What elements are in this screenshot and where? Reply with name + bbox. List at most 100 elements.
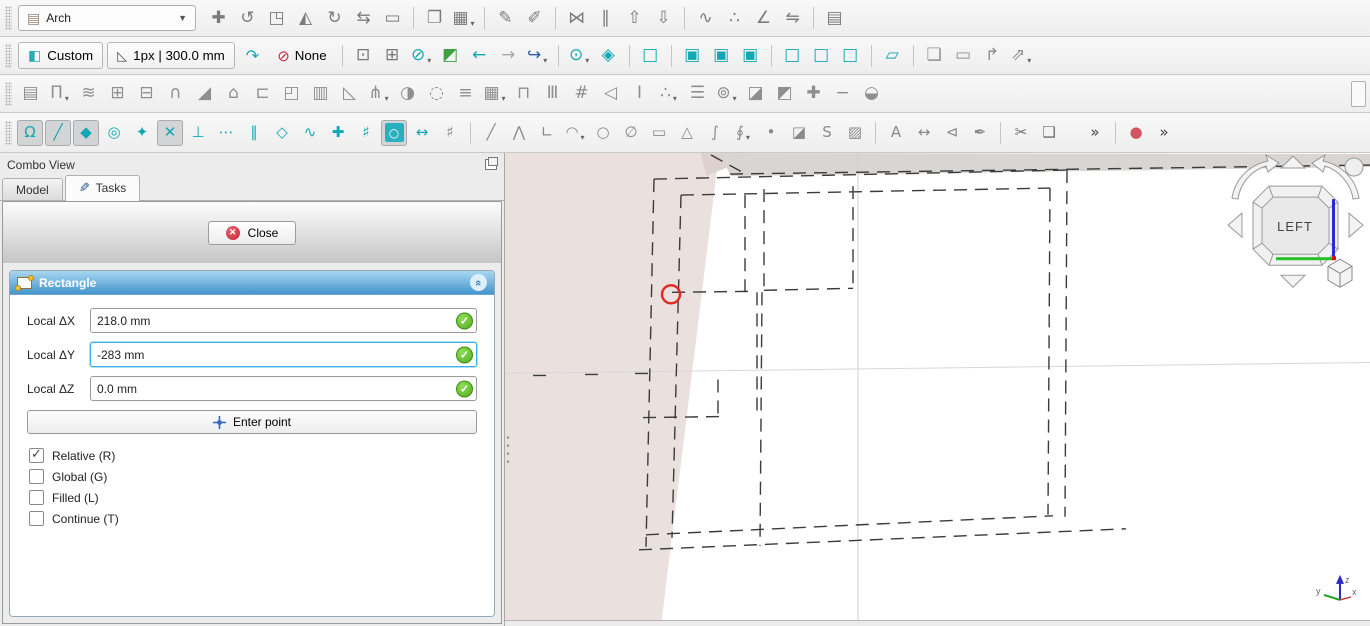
stretch-icon[interactable]: ▭ xyxy=(379,5,406,32)
stairs-icon[interactable]: ≡ xyxy=(452,80,479,107)
scale-icon[interactable]: ◳ xyxy=(263,5,290,32)
polygon-icon[interactable]: △ xyxy=(674,120,700,146)
view-axonometric-icon[interactable]: □ xyxy=(637,42,664,69)
subelement-highlight-icon[interactable]: ✐ xyxy=(521,5,548,32)
3d-viewport[interactable]: LEFT z y x xyxy=(505,153,1370,626)
text-icon[interactable]: A xyxy=(883,120,909,146)
draft-style-button[interactable]: ◧ Custom xyxy=(18,42,103,69)
schedule-icon[interactable]: ☰ xyxy=(684,80,711,107)
layer-icon[interactable]: ▤ xyxy=(821,5,848,32)
dropdown-caret-icon[interactable]: ▾ xyxy=(385,94,389,107)
dropdown-caret-icon[interactable]: ▾ xyxy=(673,94,677,107)
line-icon[interactable]: ╱ xyxy=(478,120,504,146)
dropdown-caret-icon[interactable]: ▾ xyxy=(471,19,475,32)
snap-parallel-icon[interactable]: ∥ xyxy=(241,120,267,146)
profile-icon[interactable]: Ⅰ xyxy=(626,80,653,107)
join-icon[interactable]: ⋈ xyxy=(563,5,590,32)
toolbar-grip[interactable] xyxy=(5,121,12,145)
cut-with-plane-icon[interactable]: ◪ xyxy=(742,80,769,107)
slope-icon[interactable]: ∠ xyxy=(750,5,777,32)
snap-midpoint-icon[interactable]: ◆ xyxy=(73,120,99,146)
local-dx-input[interactable] xyxy=(90,308,477,333)
structure-icon[interactable]: Π▾ xyxy=(46,80,73,107)
rotate-icon[interactable]: ↺ xyxy=(234,5,261,32)
shapestring-icon[interactable]: S xyxy=(814,120,840,146)
clone-icon[interactable]: ❐ xyxy=(421,5,448,32)
hatch-icon[interactable]: ▨ xyxy=(842,120,868,146)
global-checkbox[interactable]: Global (G) xyxy=(29,469,477,484)
stop-operation-icon[interactable]: ⊘▾ xyxy=(408,42,435,69)
dropdown-caret-icon[interactable]: ▾ xyxy=(65,94,69,107)
section-plane-icon[interactable]: ◌ xyxy=(423,80,450,107)
snap-angle-icon[interactable]: ✦ xyxy=(129,120,155,146)
fillet-icon[interactable]: ∟ xyxy=(534,120,560,146)
split-icon[interactable]: ∥ xyxy=(592,5,619,32)
autogroup-button[interactable]: ⊘ None xyxy=(270,42,333,69)
annotation-styles-icon[interactable]: ✒ xyxy=(967,120,993,146)
axis-system-icon[interactable]: ◑ xyxy=(394,80,421,107)
wall-icon[interactable]: ▤ xyxy=(17,80,44,107)
mirror-icon[interactable]: ◭ xyxy=(292,5,319,32)
continue-checkbox[interactable]: Continue (T) xyxy=(29,511,477,526)
dropdown-caret-icon[interactable]: ▾ xyxy=(581,133,585,146)
level-icon[interactable]: ⊏ xyxy=(249,80,276,107)
nav-forward-icon[interactable]: → xyxy=(495,42,522,69)
remove-component-icon[interactable]: − xyxy=(829,80,856,107)
box-selection-icon[interactable]: ⊡ xyxy=(350,42,377,69)
bezier-icon[interactable]: ∮▾ xyxy=(730,120,756,146)
filled-checkbox[interactable]: Filled (L) xyxy=(29,490,477,505)
nav-free-rotate-knob[interactable] xyxy=(1345,158,1363,176)
dropdown-caret-icon[interactable]: ▾ xyxy=(543,56,547,69)
equipment-icon[interactable]: ▦▾ xyxy=(481,80,508,107)
upgrade-icon[interactable]: ⇧ xyxy=(621,5,648,32)
rectangle-icon[interactable]: ▭ xyxy=(646,120,672,146)
railing-icon[interactable]: # xyxy=(568,80,595,107)
snap-intersection-icon[interactable]: ✕ xyxy=(157,120,183,146)
ellipse-icon[interactable]: ∅ xyxy=(618,120,644,146)
checkbox-box[interactable] xyxy=(29,490,44,505)
nav-arrow-left[interactable] xyxy=(1228,213,1242,237)
checkbox-box[interactable] xyxy=(29,448,44,463)
snap-dimensions-icon[interactable]: ↔ xyxy=(409,120,435,146)
dropdown-caret-icon[interactable]: ▾ xyxy=(746,133,750,146)
toolbar-overflow-2-icon[interactable]: » xyxy=(1151,120,1177,146)
create-part-icon[interactable]: ❏ xyxy=(921,42,948,69)
move-icon[interactable]: ✚ xyxy=(205,5,232,32)
array-icon[interactable]: ▦▾ xyxy=(450,5,477,32)
tab-tasks[interactable]: ✎ Tasks xyxy=(65,175,141,201)
construction-mode-button[interactable]: ↷ xyxy=(239,42,266,69)
trimex-icon[interactable]: ⇆ xyxy=(350,5,377,32)
collapse-icon[interactable]: « xyxy=(470,274,487,291)
add-component-icon[interactable]: ✚ xyxy=(800,80,827,107)
enter-point-button[interactable]: Enter point xyxy=(27,410,477,434)
nav-arrow-right[interactable] xyxy=(1349,213,1363,237)
viewport-canvas[interactable]: LEFT z y x xyxy=(505,153,1370,626)
cut-icon[interactable]: ✂ xyxy=(1008,120,1034,146)
workbench-selector[interactable]: ▤ Arch ▼ xyxy=(18,5,196,31)
line-width-button[interactable]: ◺ 1px | 300.0 mm xyxy=(107,42,235,69)
curtain-wall-icon[interactable]: ⊞ xyxy=(104,80,131,107)
view-rear-icon[interactable]: □ xyxy=(779,42,806,69)
frame-icon[interactable]: ⊓ xyxy=(510,80,537,107)
cut-with-line-icon[interactable]: ◩ xyxy=(771,80,798,107)
box-element-selection-icon[interactable]: ⊞ xyxy=(379,42,406,69)
view-top-icon[interactable]: ▣ xyxy=(708,42,735,69)
nav-back-icon[interactable]: ← xyxy=(466,42,493,69)
toggle-grid-icon[interactable]: ♯ xyxy=(437,120,463,146)
flip-dimension-icon[interactable]: ⇋ xyxy=(779,5,806,32)
checkbox-box[interactable] xyxy=(29,469,44,484)
snap-near-icon[interactable]: ∿ xyxy=(297,120,323,146)
select-elements-icon[interactable]: ◩ xyxy=(437,42,464,69)
view-right-icon[interactable]: ▣ xyxy=(737,42,764,69)
snap-special-icon[interactable]: ◇ xyxy=(269,120,295,146)
toolbar-grip[interactable] xyxy=(5,6,12,30)
snap-ortho-icon[interactable]: ✚ xyxy=(325,120,351,146)
project-icon[interactable]: ∩ xyxy=(162,80,189,107)
dimension-icon[interactable]: ↔ xyxy=(911,120,937,146)
view-front-icon[interactable]: ▣ xyxy=(679,42,706,69)
float-panel-icon[interactable] xyxy=(485,159,497,170)
snap-extension-icon[interactable]: ⋯ xyxy=(213,120,239,146)
arc-icon[interactable]: ◠▾ xyxy=(562,120,588,146)
wire-to-bspline-icon[interactable]: ∿ xyxy=(692,5,719,32)
local-dz-input[interactable] xyxy=(90,376,477,401)
